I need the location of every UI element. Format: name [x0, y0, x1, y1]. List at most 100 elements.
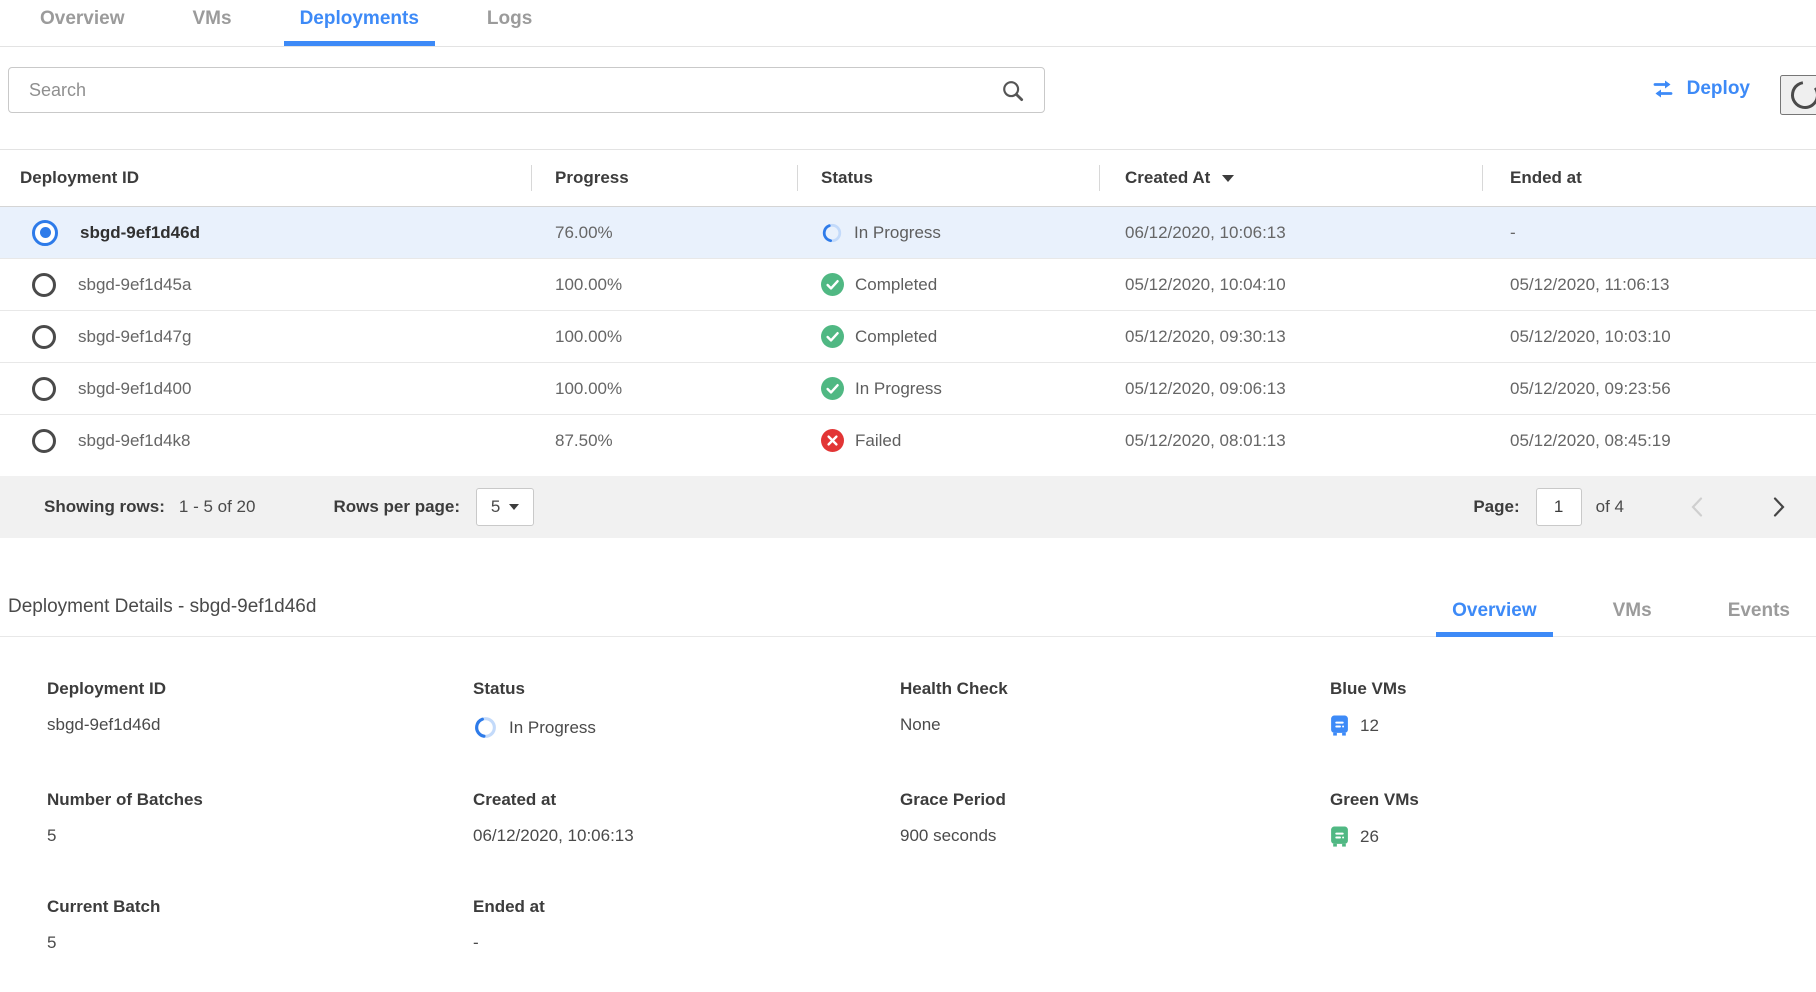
- deployment-id: sbgd-9ef1d47g: [78, 327, 191, 347]
- rows-per-page-label: Rows per page:: [333, 497, 460, 517]
- row-radio[interactable]: [32, 377, 56, 401]
- previous-page-button[interactable]: [1686, 492, 1707, 522]
- tab-overview[interactable]: Overview: [24, 8, 141, 46]
- row-radio-selected[interactable]: [32, 220, 58, 246]
- sort-desc-icon: [1222, 175, 1234, 182]
- field-current-batch: Current Batch 5: [47, 897, 473, 953]
- rows-per-page-value: 5: [491, 497, 500, 517]
- completed-check-icon: [821, 273, 844, 296]
- deployment-id: sbgd-9ef1d4k8: [78, 431, 190, 451]
- field-label: Ended at: [473, 897, 900, 917]
- field-blue-vms: Blue VMs 12: [1330, 679, 1816, 740]
- field-label: Status: [473, 679, 900, 699]
- field-label: Green VMs: [1330, 790, 1816, 810]
- col-header-created-at[interactable]: Created At: [1099, 168, 1482, 188]
- next-page-button[interactable]: [1769, 492, 1790, 522]
- created-at-value: 05/12/2020, 10:04:10: [1099, 275, 1482, 295]
- toolbar: Deploy: [0, 67, 1816, 137]
- deployment-id: sbgd-9ef1d46d: [80, 223, 200, 243]
- ended-at-value: 05/12/2020, 10:03:10: [1482, 327, 1816, 347]
- field-ended-at: Ended at -: [473, 897, 900, 953]
- details-tab-overview[interactable]: Overview: [1436, 600, 1553, 637]
- col-header-status[interactable]: Status: [797, 168, 1099, 188]
- field-label: Blue VMs: [1330, 679, 1816, 699]
- table-row[interactable]: sbgd-9ef1d4k8 87.50% Failed 05/12/2020, …: [0, 414, 1816, 466]
- status-label: In Progress: [854, 223, 941, 243]
- ended-at-value: -: [1482, 223, 1816, 243]
- field-label: Grace Period: [900, 790, 1330, 810]
- in-progress-spinner-icon: [821, 222, 843, 244]
- table-row[interactable]: sbgd-9ef1d47g 100.00% Completed 05/12/20…: [0, 310, 1816, 362]
- progress-value: 87.50%: [531, 431, 797, 451]
- table-row[interactable]: sbgd-9ef1d45a 100.00% Completed 05/12/20…: [0, 258, 1816, 310]
- field-status: Status In Progress: [473, 679, 900, 740]
- table-row[interactable]: sbgd-9ef1d400 100.00% In Progress 05/12/…: [0, 362, 1816, 414]
- row-radio[interactable]: [32, 429, 56, 453]
- completed-check-icon: [821, 377, 844, 400]
- search-input[interactable]: [8, 67, 1045, 113]
- refresh-icon: [1788, 78, 1816, 112]
- ended-at-value: 05/12/2020, 08:45:19: [1482, 431, 1816, 451]
- table-row[interactable]: sbgd-9ef1d46d 76.00% In Progress 06/12/2…: [0, 206, 1816, 258]
- deployment-id: sbgd-9ef1d45a: [78, 275, 191, 295]
- details-tab-vms[interactable]: VMs: [1597, 600, 1668, 636]
- field-value: 12: [1360, 716, 1379, 736]
- details-tab-bar: Overview VMs Events: [1436, 600, 1816, 636]
- dropdown-caret-icon: [509, 504, 519, 510]
- main-tab-bar: Overview VMs Deployments Logs: [0, 0, 1816, 47]
- status-label: Completed: [855, 327, 937, 347]
- field-value: 5: [47, 933, 473, 953]
- deployment-details-grid: Deployment ID sbgd-9ef1d46d Status In Pr…: [0, 637, 1816, 953]
- showing-rows-label: Showing rows:: [44, 497, 165, 517]
- table-header-row: Deployment ID Progress Status Created At…: [0, 149, 1816, 206]
- ended-at-value: 05/12/2020, 11:06:13: [1482, 275, 1816, 295]
- in-progress-spinner-icon: [473, 715, 498, 740]
- field-label: Current Batch: [47, 897, 473, 917]
- details-tab-events[interactable]: Events: [1712, 600, 1806, 636]
- chevron-left-icon: [1690, 496, 1703, 518]
- field-value: -: [473, 933, 900, 953]
- created-at-value: 05/12/2020, 09:06:13: [1099, 379, 1482, 399]
- deployments-table: Deployment ID Progress Status Created At…: [0, 149, 1816, 538]
- chevron-right-icon: [1773, 496, 1786, 518]
- field-deployment-id: Deployment ID sbgd-9ef1d46d: [47, 679, 473, 740]
- deployment-details-title: Deployment Details - sbgd-9ef1d46d: [8, 596, 316, 636]
- status-label: In Progress: [855, 379, 942, 399]
- status-label: Failed: [855, 431, 901, 451]
- field-created-at: Created at 06/12/2020, 10:06:13: [473, 790, 900, 847]
- field-number-of-batches: Number of Batches 5: [47, 790, 473, 847]
- col-header-deployment-id[interactable]: Deployment ID: [0, 168, 531, 188]
- swap-arrows-icon: [1649, 79, 1677, 99]
- green-vm-icon: [1330, 826, 1349, 847]
- page-label: Page:: [1473, 497, 1519, 517]
- table-pagination-bar: Showing rows: 1 - 5 of 20 Rows per page:…: [0, 476, 1816, 538]
- tab-vms[interactable]: VMs: [177, 8, 248, 46]
- deployment-details-header: Deployment Details - sbgd-9ef1d46d Overv…: [0, 596, 1816, 637]
- deployment-id: sbgd-9ef1d400: [78, 379, 191, 399]
- field-value: None: [900, 715, 1330, 735]
- field-green-vms: Green VMs 26: [1330, 790, 1816, 847]
- col-header-created-at-label: Created At: [1125, 168, 1210, 188]
- col-header-ended-at[interactable]: Ended at: [1482, 168, 1816, 188]
- field-label: Deployment ID: [47, 679, 473, 699]
- col-header-progress[interactable]: Progress: [531, 168, 797, 188]
- tab-logs[interactable]: Logs: [471, 8, 548, 46]
- status-label: Completed: [855, 275, 937, 295]
- row-radio[interactable]: [32, 325, 56, 349]
- page-number-input[interactable]: 1: [1536, 488, 1582, 526]
- progress-value: 100.00%: [531, 327, 797, 347]
- rows-per-page-select[interactable]: 5: [476, 488, 534, 526]
- created-at-value: 06/12/2020, 10:06:13: [1099, 223, 1482, 243]
- tab-deployments[interactable]: Deployments: [284, 8, 435, 46]
- refresh-button[interactable]: [1780, 75, 1816, 115]
- blue-vm-icon: [1330, 715, 1349, 736]
- row-radio[interactable]: [32, 273, 56, 297]
- deploy-button[interactable]: Deploy: [1643, 77, 1756, 101]
- page-count-label: of 4: [1596, 497, 1624, 517]
- field-value: In Progress: [509, 718, 596, 738]
- failed-x-icon: [821, 429, 844, 452]
- field-label: Created at: [473, 790, 900, 810]
- field-value: 06/12/2020, 10:06:13: [473, 826, 900, 846]
- field-value: 26: [1360, 827, 1379, 847]
- search-icon: [1000, 78, 1026, 104]
